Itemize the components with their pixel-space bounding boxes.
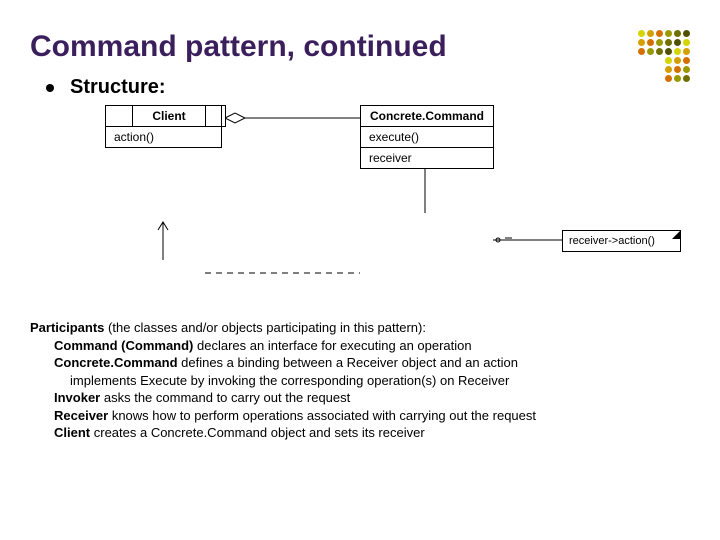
box-name: Concrete.Command xyxy=(361,106,493,126)
participant-concrete: Concrete.Command defines a binding betwe… xyxy=(54,354,690,372)
note-receiver-action: receiver->action() xyxy=(562,230,681,252)
box-concrete-command: Concrete.Command execute() receiver xyxy=(360,105,494,169)
participants-heading: Participants (the classes and/or objects… xyxy=(30,319,690,337)
participant-concrete-detail: implements Execute by invoking the corre… xyxy=(70,372,690,390)
box-name: Client xyxy=(133,106,205,126)
box-method: execute() xyxy=(361,126,493,147)
page-title: Command pattern, continued xyxy=(30,30,690,64)
participant-client: Client creates a Concrete.Command object… xyxy=(54,424,690,442)
subtitle: Structure: xyxy=(70,76,166,99)
participants-section: Participants (the classes and/or objects… xyxy=(30,319,690,442)
participant-receiver: Receiver knows how to perform operations… xyxy=(54,407,690,425)
box-attr: receiver xyxy=(361,147,493,168)
box-method: action() xyxy=(106,126,221,147)
bullet-icon xyxy=(46,84,54,92)
structure-diagram: Invoker Command execute() Receiver actio… xyxy=(60,105,700,305)
participant-invoker: Invoker asks the command to carry out th… xyxy=(54,389,690,407)
box-client: Client xyxy=(132,105,206,127)
note-text: receiver->action() xyxy=(569,235,655,247)
decorative-dots xyxy=(638,30,690,82)
participant-command: Command (Command) declares an interface … xyxy=(54,337,690,355)
subtitle-row: Structure: xyxy=(46,76,690,99)
